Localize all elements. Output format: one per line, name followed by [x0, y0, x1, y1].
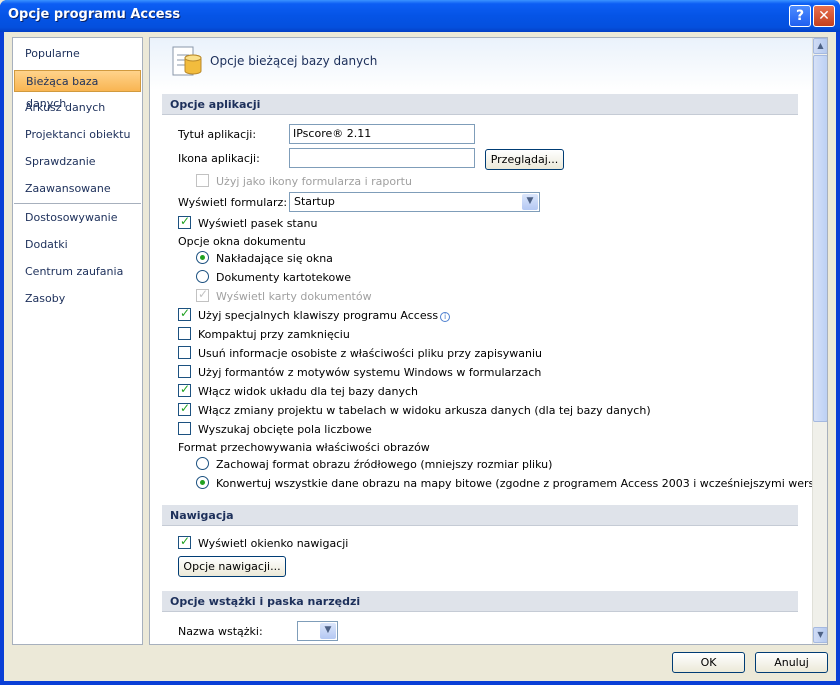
remove-personal-info-checkbox[interactable] [178, 346, 191, 359]
convert-bitmaps-radio[interactable] [196, 476, 209, 489]
cancel-button[interactable]: Anuluj [755, 652, 828, 673]
options-panel: Opcje bieżącej bazy danych Opcje aplikac… [149, 37, 828, 645]
title-bar[interactable]: Opcje programu Access ? ✕ [0, 0, 840, 32]
options-nav: Popularne Bieżąca baza danych Arkusz dan… [12, 37, 143, 645]
remove-personal-info-label: Usuń informacje osobiste z właściwości p… [198, 347, 542, 360]
display-nav-pane-checkbox[interactable]: ✓ [178, 536, 191, 549]
use-as-form-icon-label: Użyj jako ikony formularza i raportu [216, 175, 412, 188]
scroll-down-button[interactable]: ▼ [813, 627, 828, 643]
scroll-thumb[interactable] [813, 55, 828, 422]
doc-window-options-label: Opcje okna dokumentu [178, 235, 306, 248]
chevron-down-icon[interactable]: ▼ [320, 623, 336, 639]
section-app-options: Opcje aplikacji [162, 94, 798, 115]
nav-item-addins[interactable]: Dodatki [14, 234, 141, 256]
dialog-client: Popularne Bieżąca baza danych Arkusz dan… [4, 32, 836, 681]
windows-themed-controls-checkbox[interactable] [178, 365, 191, 378]
ribbon-name-select[interactable]: ▼ [297, 621, 338, 641]
scroll-up-button[interactable]: ▲ [813, 38, 828, 54]
display-form-select[interactable]: Startup ▼ [289, 192, 540, 212]
nav-item-datasheet[interactable]: Arkusz danych [14, 97, 141, 119]
use-as-form-icon-checkbox[interactable] [196, 174, 209, 187]
panel-title: Opcje bieżącej bazy danych [210, 54, 377, 68]
overlapping-windows-label: Nakładające się okna [216, 252, 333, 265]
enable-layout-view-checkbox[interactable]: ✓ [178, 384, 191, 397]
nav-item-advanced[interactable]: Zaawansowane [14, 178, 141, 200]
compact-on-close-checkbox[interactable] [178, 327, 191, 340]
chevron-down-icon[interactable]: ▼ [522, 194, 538, 210]
nav-item-customize[interactable]: Dostosowywanie [14, 207, 141, 229]
check-icon: ✓ [180, 382, 190, 396]
help-button[interactable]: ? [789, 5, 811, 27]
nav-item-object-designers[interactable]: Projektanci obiektu [14, 124, 141, 146]
check-icon: ✓ [180, 534, 190, 548]
enable-layout-view-label: Włącz widok układu dla tej bazy danych [198, 385, 418, 398]
overlapping-windows-radio[interactable] [196, 251, 209, 264]
check-icon: ✓ [180, 214, 190, 228]
enable-design-changes-label: Włącz zmiany projektu w tabelach w widok… [198, 404, 651, 417]
picture-format-label: Format przechowywania właściwości obrazó… [178, 441, 430, 454]
preserve-format-radio[interactable] [196, 457, 209, 470]
nav-item-resources[interactable]: Zasoby [14, 288, 141, 310]
window-title: Opcje programu Access [8, 7, 180, 22]
nav-separator [14, 203, 141, 204]
close-button[interactable]: ✕ [813, 5, 835, 27]
info-icon[interactable]: i [440, 312, 450, 322]
tabbed-documents-label: Dokumenty kartotekowe [216, 271, 351, 284]
enable-design-changes-checkbox[interactable]: ✓ [178, 403, 191, 416]
check-icon: ✓ [198, 287, 208, 301]
database-options-icon [171, 43, 203, 79]
chevron-up-icon: ▲ [817, 41, 823, 50]
browse-button[interactable]: Przeglądaj... [485, 149, 564, 170]
access-special-keys-checkbox[interactable]: ✓ [178, 308, 191, 321]
display-doc-tabs-checkbox[interactable]: ✓ [196, 289, 209, 302]
radio-selected-dot [200, 255, 205, 260]
help-icon: ? [796, 8, 804, 24]
check-truncated-label: Wyszukaj obcięte pola liczbowe [198, 423, 372, 436]
nav-item-current-database[interactable]: Bieżąca baza danych [14, 70, 141, 92]
app-title-label: Tytuł aplikacji: [178, 128, 256, 141]
display-nav-pane-label: Wyświetl okienko nawigacji [198, 537, 348, 550]
app-icon-input[interactable] [289, 148, 475, 168]
section-ribbon-toolbar: Opcje wstążki i paska narzędzi [162, 591, 798, 612]
windows-themed-controls-label: Użyj formantów z motywów systemu Windows… [198, 366, 541, 379]
nav-item-trust-center[interactable]: Centrum zaufania [14, 261, 141, 283]
access-special-keys-label: Użyj specjalnych klawiszy programu Acces… [198, 309, 450, 322]
check-truncated-checkbox[interactable] [178, 422, 191, 435]
app-title-input[interactable]: IPscore® 2.11 [289, 124, 475, 144]
display-form-value: Startup [294, 195, 335, 208]
tabbed-documents-radio[interactable] [196, 270, 209, 283]
convert-bitmaps-label: Konwertuj wszystkie dane obrazu na mapy … [216, 477, 828, 490]
nav-item-popular[interactable]: Popularne [14, 43, 141, 65]
preserve-format-label: Zachowaj format obrazu źródłowego (mniej… [216, 458, 552, 471]
nav-options-button[interactable]: Opcje nawigacji... [178, 556, 286, 577]
check-icon: ✓ [180, 401, 190, 415]
app-icon-label: Ikona aplikacji: [178, 152, 260, 165]
nav-item-proofing[interactable]: Sprawdzanie [14, 151, 141, 173]
status-bar-label: Wyświetl pasek stanu [198, 217, 317, 230]
chevron-down-icon: ▼ [817, 630, 823, 639]
vertical-scrollbar[interactable]: ▲ ▼ [812, 38, 827, 644]
display-doc-tabs-label: Wyświetl karty dokumentów [216, 290, 372, 303]
close-icon: ✕ [818, 8, 830, 24]
section-navigation: Nawigacja [162, 505, 798, 526]
ok-button[interactable]: OK [672, 652, 745, 673]
dialog-window: Opcje programu Access ? ✕ Popularne Bież… [0, 0, 840, 685]
check-icon: ✓ [180, 306, 190, 320]
panel-header: Opcje bieżącej bazy danych [150, 38, 812, 91]
ribbon-name-label: Nazwa wstążki: [178, 625, 263, 638]
display-form-label: Wyświetl formularz: [178, 196, 287, 209]
compact-on-close-label: Kompaktuj przy zamknięciu [198, 328, 350, 341]
radio-selected-dot [200, 480, 205, 485]
status-bar-checkbox[interactable]: ✓ [178, 216, 191, 229]
